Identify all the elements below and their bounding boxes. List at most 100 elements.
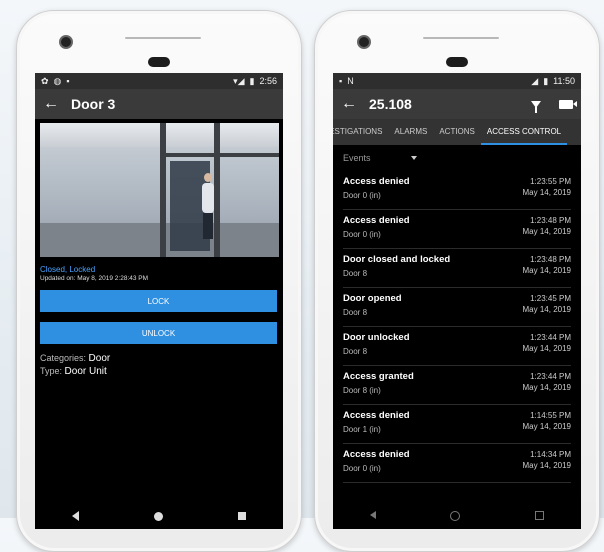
- feed-frame: [160, 153, 279, 157]
- sd-icon: ▪: [339, 76, 343, 86]
- event-text: Access granted Door 8 (in): [343, 368, 414, 395]
- list-item[interactable]: Access denied Door 0 (in) 1:23:55 PM May 14…: [343, 171, 571, 210]
- status-icons: ✿ ◍ ▪: [41, 76, 75, 87]
- event-door: Door 0 (in): [343, 230, 381, 239]
- nav-recent-icon[interactable]: [534, 511, 544, 520]
- event-title: Access denied: [343, 410, 410, 421]
- event-date: May 14, 2019: [522, 383, 571, 392]
- event-time: 1:23:44 PM: [530, 333, 571, 342]
- event-timestamp: 1:23:48 PM May 14, 2019: [523, 254, 571, 276]
- event-text: Access denied Door 0 (in): [343, 446, 410, 473]
- event-door: Door 0 (in): [343, 191, 381, 200]
- app-bar: ← Door 3: [35, 89, 283, 119]
- tab-actions[interactable]: ACTIONS: [433, 119, 481, 145]
- video-icon[interactable]: [559, 99, 577, 109]
- app-bar: ← 25.108: [333, 89, 581, 119]
- event-time: 1:23:44 PM: [530, 372, 571, 381]
- event-time: 1:23:48 PM: [530, 255, 571, 264]
- camera-feed[interactable]: [40, 123, 279, 257]
- nav-home-icon[interactable]: [450, 511, 461, 521]
- battery-icon: ▮: [249, 75, 255, 86]
- page-title: Door 3: [71, 96, 116, 112]
- back-arrow-icon[interactable]: ←: [43, 95, 65, 113]
- status-icons: ▪ N: [339, 76, 359, 86]
- sd-icon: ▪: [66, 75, 70, 86]
- event-date: May 14, 2019: [522, 422, 571, 431]
- nav-recent-icon[interactable]: [237, 512, 246, 520]
- status-bar: ✿ ◍ ▪ ▾◢ ▮ 2:56: [35, 73, 283, 89]
- event-door: Door 8: [343, 269, 368, 278]
- door-state: Closed, Locked: [40, 265, 96, 274]
- tab-access-control[interactable]: ACCESS CONTROL: [480, 119, 568, 145]
- status-right: ▾◢ ▮ 2:56: [233, 76, 277, 87]
- front-camera: [357, 35, 371, 49]
- event-text: Door closed and locked Door 8: [343, 251, 450, 278]
- left-screen: ✿ ◍ ▪ ▾◢ ▮ 2:56 ← Door 3 Closed, Locked Upda…: [35, 73, 283, 529]
- event-door: Door 0 (in): [343, 464, 381, 473]
- event-title: Access denied: [343, 176, 410, 187]
- event-date: May 14, 2019: [522, 266, 571, 275]
- categories-label: Categories:: [40, 353, 87, 363]
- speaker-slot: [423, 37, 499, 39]
- front-camera: [59, 35, 73, 49]
- event-title: Door closed and locked: [343, 254, 451, 265]
- event-door: Door 8: [343, 308, 368, 317]
- type-row: Type: Door Unit: [40, 365, 283, 378]
- event-time: 1:14:55 PM: [530, 411, 571, 420]
- right-screen: ▪N ◢▮11:50 ← 25.108 /ESTIGATIONS ALARMS …: [333, 73, 581, 529]
- tab-investigations[interactable]: /ESTIGATIONS: [333, 119, 388, 145]
- status-time: 2:56: [259, 75, 277, 86]
- right-phone: ▪N ◢▮11:50 ← 25.108 /ESTIGATIONS ALARMS …: [314, 10, 600, 552]
- tab-alarms[interactable]: ALARMS: [388, 119, 433, 145]
- type-value: Door Unit: [64, 366, 107, 377]
- lock-button[interactable]: LOCK: [40, 290, 277, 312]
- list-item[interactable]: Access granted Door 8 (in) 1:23:44 PM May 1…: [343, 366, 571, 405]
- battery-icon: ▮: [543, 75, 549, 86]
- wifi-icon: ▾◢: [233, 75, 245, 86]
- signal-icon: ◢: [531, 75, 539, 86]
- feed-frame: [214, 123, 220, 257]
- event-door: Door 1 (in): [343, 425, 381, 434]
- event-text: Door opened Door 8: [343, 290, 402, 317]
- list-item[interactable]: Door unlocked Door 8 1:23:44 PM May 14, 201…: [343, 327, 571, 366]
- unlock-button[interactable]: UNLOCK: [40, 322, 277, 344]
- notification-icon: ◍: [53, 75, 62, 86]
- feed-person: [202, 183, 214, 213]
- event-title: Door unlocked: [343, 332, 410, 343]
- events-list: Access denied Door 0 (in) 1:23:55 PM May 14…: [333, 171, 581, 483]
- event-timestamp: 1:23:44 PM May 14, 2019: [523, 332, 571, 354]
- event-date: May 14, 2019: [522, 227, 571, 236]
- page-title: 25.108: [369, 96, 412, 112]
- filter-icon[interactable]: [531, 100, 541, 113]
- settings-icon: ✿: [41, 75, 49, 86]
- event-text: Access denied Door 0 (in): [343, 212, 410, 239]
- list-item[interactable]: Door opened Door 8 1:23:45 PM May 14, 2019: [343, 288, 571, 327]
- event-timestamp: 1:23:45 PM May 14, 2019: [523, 293, 571, 315]
- event-date: May 14, 2019: [522, 305, 571, 314]
- earpiece: [446, 57, 468, 67]
- event-title: Access denied: [343, 449, 410, 460]
- event-title: Access denied: [343, 215, 410, 226]
- events-dropdown[interactable]: Events: [333, 145, 581, 171]
- nav-back-icon[interactable]: [72, 511, 80, 521]
- event-time: 1:23:45 PM: [530, 294, 571, 303]
- feed-person: [204, 173, 212, 182]
- events-dropdown-label: Events: [343, 153, 371, 163]
- speaker-slot: [125, 37, 201, 39]
- nav-home-icon[interactable]: [153, 511, 163, 521]
- left-phone: ✿ ◍ ▪ ▾◢ ▮ 2:56 ← Door 3 Closed, Locked Upda…: [16, 10, 302, 552]
- event-title: Access granted: [343, 371, 414, 382]
- event-date: May 14, 2019: [522, 461, 571, 470]
- list-item[interactable]: Access denied Door 0 (in) 1:23:48 PM May 14…: [343, 210, 571, 249]
- nav-bar: [35, 503, 283, 529]
- event-timestamp: 1:23:44 PM May 14, 2019: [523, 371, 571, 393]
- feed-person: [203, 213, 213, 239]
- feed-frame: [160, 123, 166, 257]
- back-arrow-icon[interactable]: ←: [341, 95, 363, 113]
- list-item[interactable]: Door closed and locked Door 8 1:23:48 PM Ma…: [343, 249, 571, 288]
- event-door: Door 8 (in): [343, 386, 381, 395]
- list-item[interactable]: Access denied Door 1 (in) 1:14:55 PM May 14…: [343, 405, 571, 444]
- list-item[interactable]: Access denied Door 0 (in) 1:14:34 PM May 14…: [343, 444, 571, 483]
- status-right: ◢ ▮ 11:50: [531, 76, 575, 87]
- categories-value: Door: [88, 353, 111, 364]
